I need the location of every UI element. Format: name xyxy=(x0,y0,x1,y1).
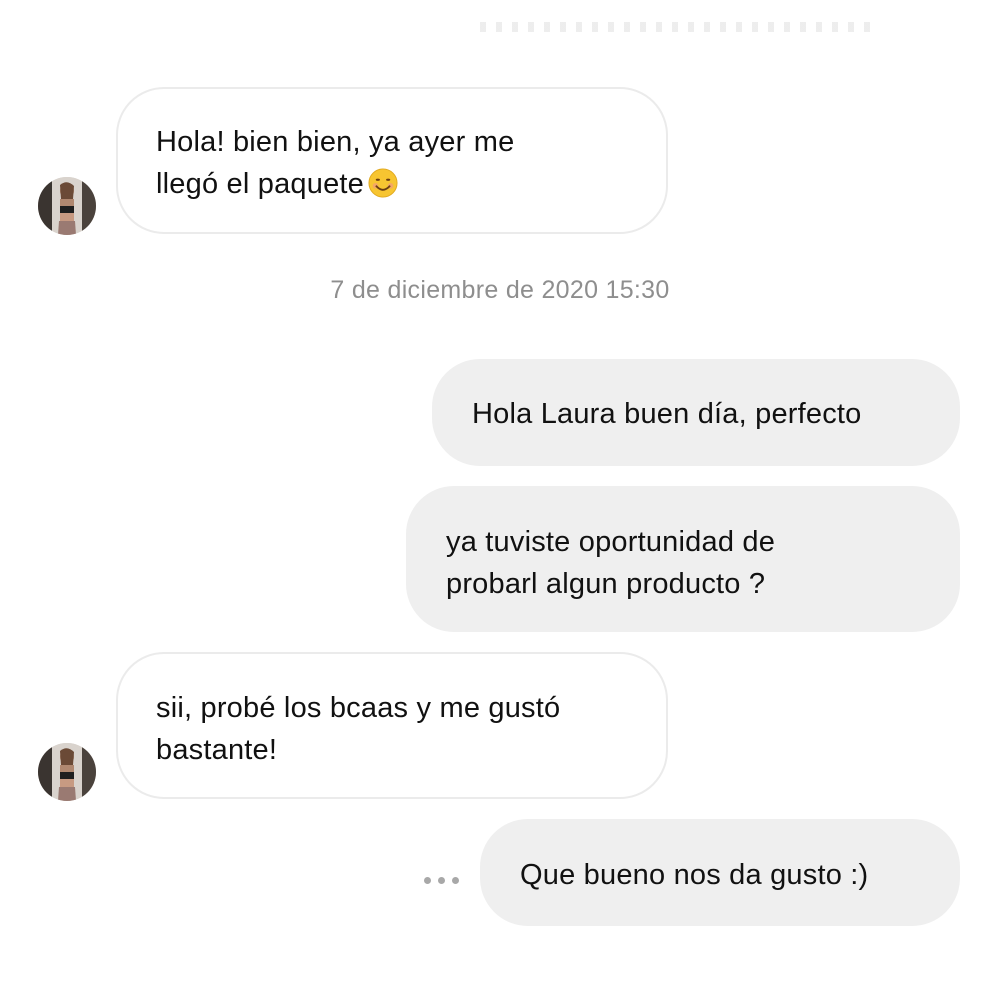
smiling-face-emoji-icon xyxy=(368,168,398,198)
message-text-line: Hola! bien bien, ya ayer me xyxy=(156,126,515,158)
message-bubble-incoming[interactable]: sii, probé los bcaas y me gustó bastante… xyxy=(116,652,668,799)
message-timestamp: 7 de diciembre de 2020 15:30 xyxy=(330,276,670,304)
message-bubble-outgoing[interactable]: ya tuviste oportunidad de probarl algun … xyxy=(406,486,960,632)
previous-message-fragment xyxy=(480,22,870,32)
message-bubble-outgoing[interactable]: Hola Laura buen día, perfecto xyxy=(432,359,960,466)
contact-avatar[interactable] xyxy=(38,743,96,801)
message-text-line: llegó el paquete xyxy=(156,168,364,200)
avatar-photo xyxy=(38,743,96,801)
message-text-line: ya tuviste oportunidad de xyxy=(446,526,776,558)
more-options-dots-icon[interactable] xyxy=(424,874,464,886)
message-text-line: sii, probé los bcaas y me gustó xyxy=(156,692,561,724)
contact-avatar[interactable] xyxy=(38,177,96,235)
message-text-line: probarl algun producto ? xyxy=(446,568,766,600)
message-text-line: Hola Laura buen día, perfecto xyxy=(472,398,862,430)
message-bubble-outgoing[interactable]: Que bueno nos da gusto :) xyxy=(480,819,960,926)
message-text-line: bastante! xyxy=(156,734,278,766)
avatar-photo xyxy=(38,177,96,235)
message-bubble-incoming[interactable]: Hola! bien bien, ya ayer me llegó el paq… xyxy=(116,87,668,234)
message-text-line: Que bueno nos da gusto :) xyxy=(520,859,869,891)
